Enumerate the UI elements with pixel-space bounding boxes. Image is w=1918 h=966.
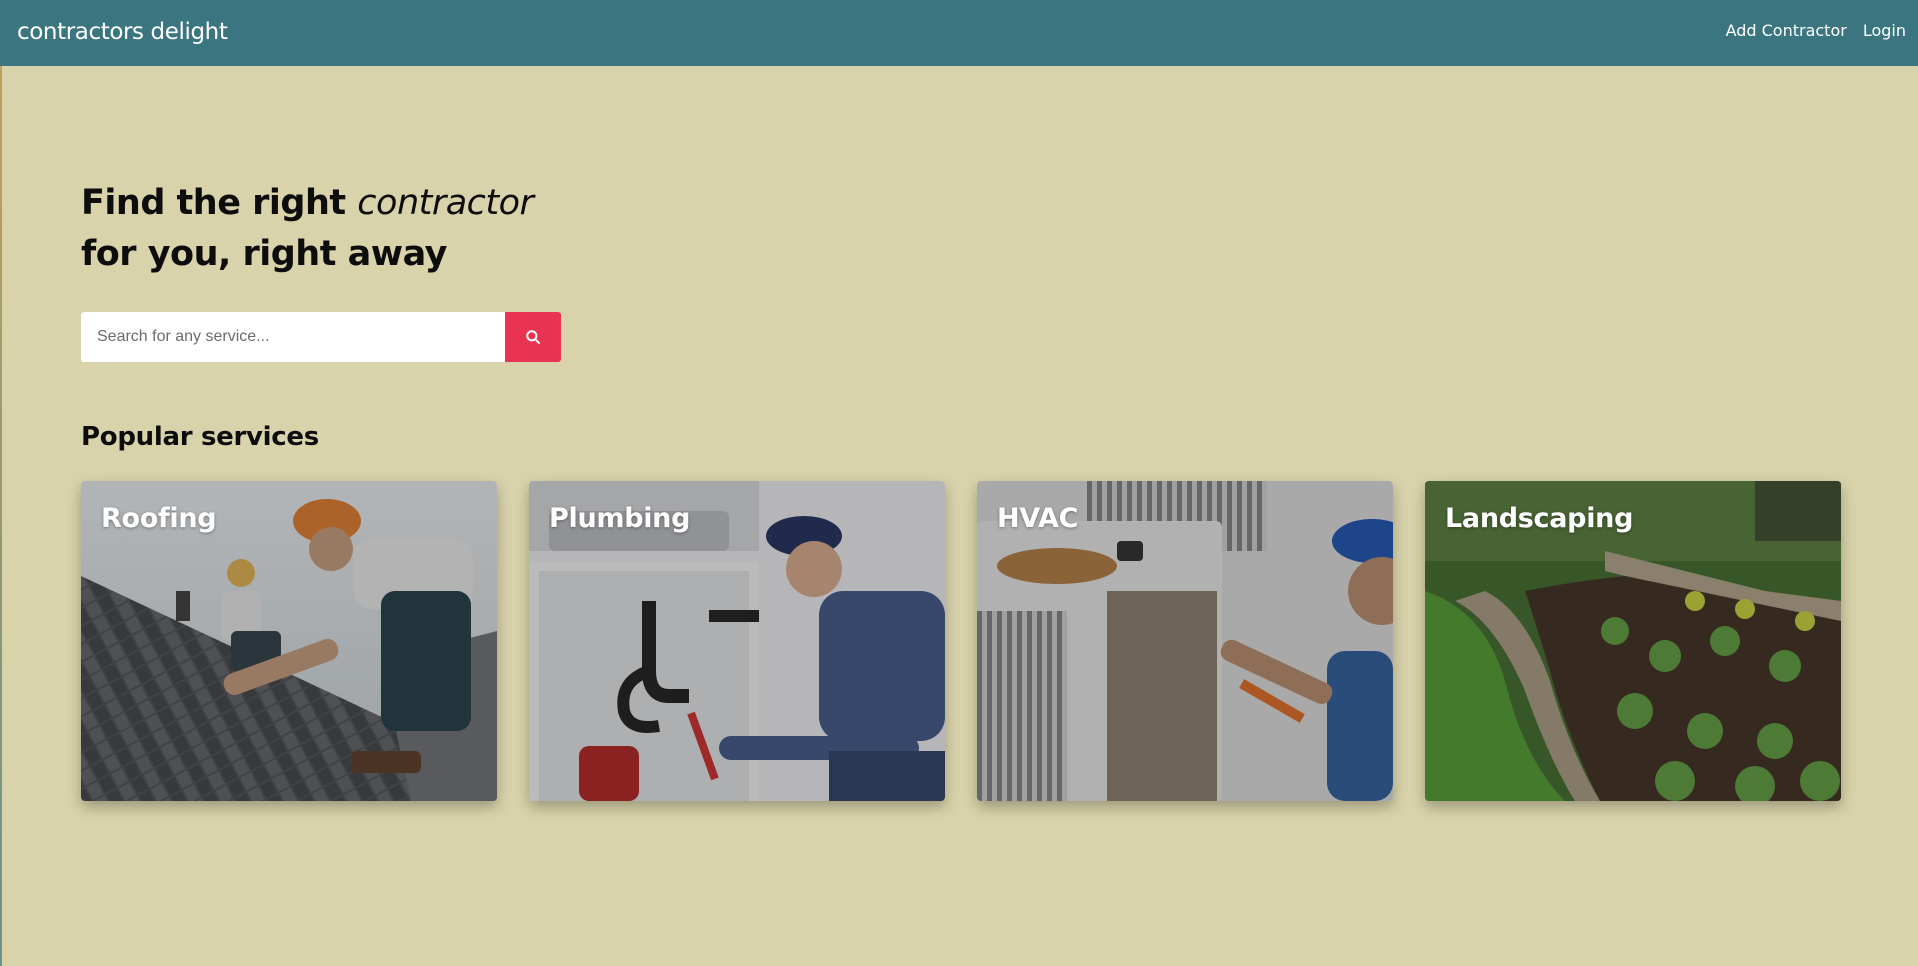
brand-logo-link[interactable]: contractors delight: [17, 18, 228, 46]
search-form: [81, 312, 561, 362]
nav-links: Add Contractor Login: [1726, 21, 1906, 41]
search-button[interactable]: [505, 312, 561, 362]
popular-services-title: Popular services: [81, 422, 319, 452]
service-card-hvac[interactable]: HVAC: [977, 481, 1393, 801]
search-icon: [525, 329, 541, 345]
services-grid: Roofing Plumbing HVAC Landscaping: [81, 481, 1841, 801]
left-edge-decoration: [0, 66, 2, 966]
service-card-label: HVAC: [997, 503, 1079, 534]
search-input[interactable]: [81, 312, 505, 362]
service-card-roofing[interactable]: Roofing: [81, 481, 497, 801]
service-card-label: Landscaping: [1445, 503, 1634, 534]
service-card-label: Plumbing: [549, 503, 691, 534]
service-card-label: Roofing: [101, 503, 217, 534]
hero-title: Find the right contractor for you, right…: [81, 178, 534, 280]
login-link[interactable]: Login: [1863, 21, 1906, 41]
service-card-plumbing[interactable]: Plumbing: [529, 481, 945, 801]
top-navbar: contractors delight Add Contractor Login: [0, 0, 1918, 66]
hero-title-emphasis: contractor: [357, 183, 534, 223]
hero-title-part1: Find the right: [81, 183, 358, 223]
add-contractor-link[interactable]: Add Contractor: [1726, 21, 1847, 41]
hero-title-line2: for you, right away: [81, 234, 447, 274]
service-card-landscaping[interactable]: Landscaping: [1425, 481, 1841, 801]
hero-section: Find the right contractor for you, right…: [81, 178, 534, 280]
